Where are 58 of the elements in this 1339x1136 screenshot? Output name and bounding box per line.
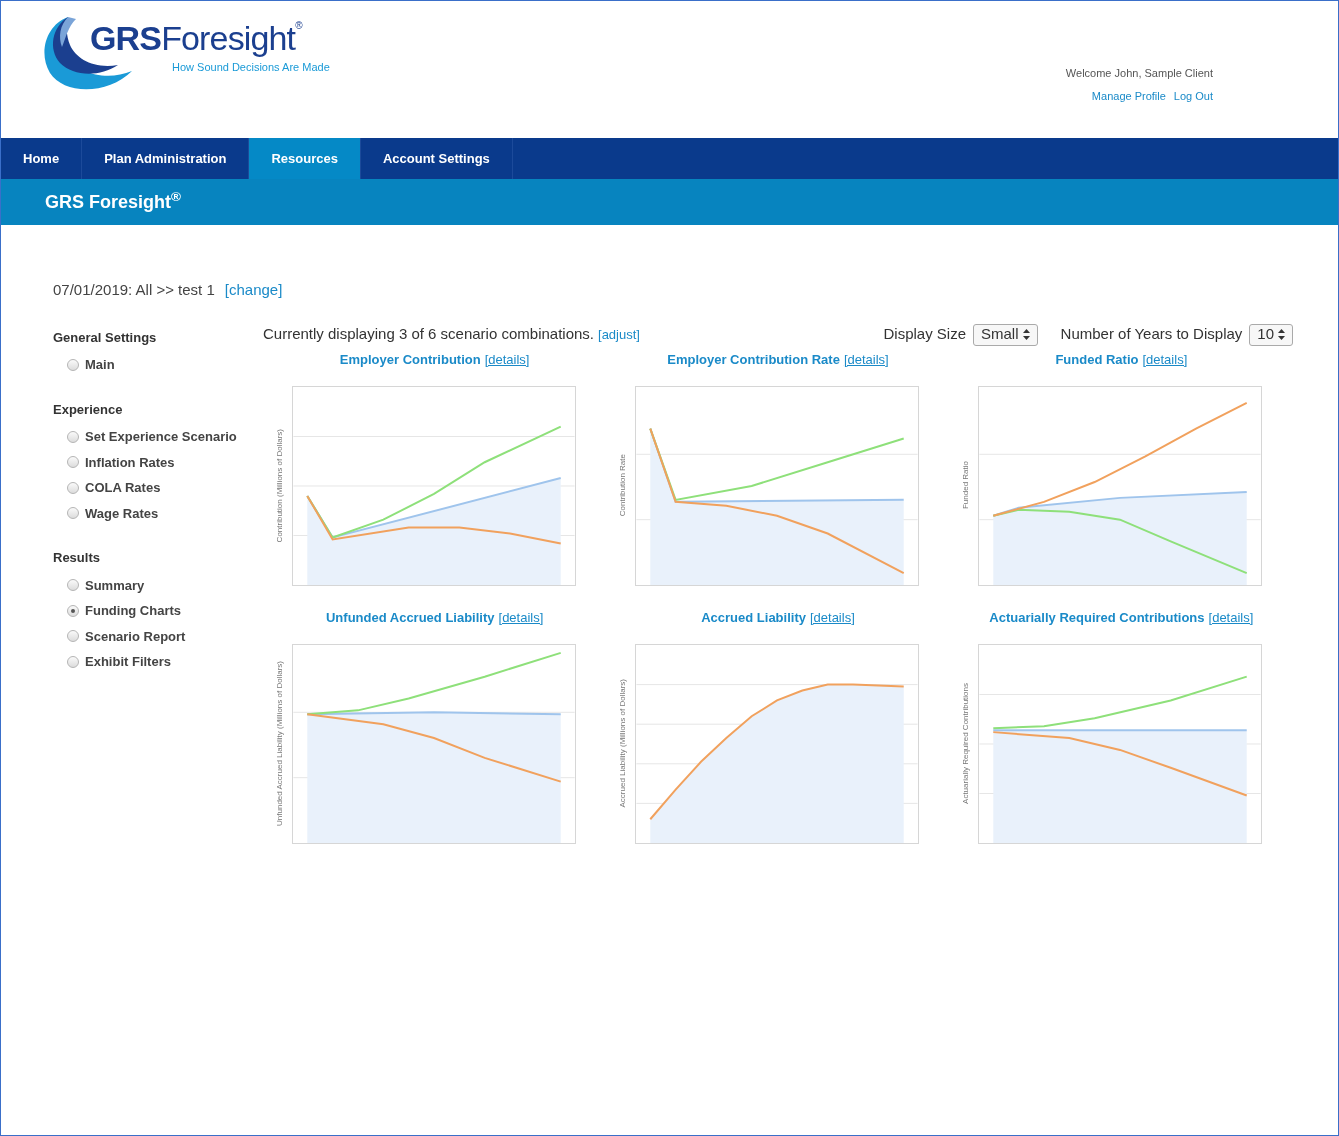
radio-button[interactable] — [67, 579, 79, 592]
sidebar-heading: General Settings — [53, 328, 158, 347]
sidebar-heading: Experience — [53, 400, 124, 419]
welcome-text: Welcome John, Sample Client — [1065, 66, 1213, 81]
breadcrumb: 07/01/2019: All >> test 1 — [53, 280, 215, 300]
header-link[interactable]: Manage Profile — [1091, 87, 1166, 104]
change-link[interactable]: [change] — [224, 279, 283, 302]
banner-title: GRS Foresight$^{®}$ — [45, 188, 181, 214]
axis-label: Actuarially Required Contributions — [960, 683, 972, 804]
chart-title: Funded Ratio — [1055, 350, 1139, 369]
details-link[interactable]: [details] — [484, 349, 530, 370]
details-link[interactable]: [details] — [1208, 607, 1254, 628]
radio-button[interactable] — [67, 481, 79, 494]
display-size-select[interactable]: Small — [973, 323, 1038, 346]
details-link[interactable]: [details] — [498, 607, 544, 628]
axis-label: Funded Ratio — [960, 461, 972, 510]
chart-title: Unfunded Accrued Liability — [326, 608, 495, 627]
radio-button[interactable] — [67, 630, 79, 643]
sidebar-item[interactable]: Scenario Report — [85, 626, 186, 646]
sidebar-item[interactable]: Summary — [85, 575, 145, 595]
years-label: Number of Years to Display — [1060, 324, 1243, 345]
radio-button[interactable] — [67, 655, 79, 668]
radio-button[interactable] — [67, 358, 79, 371]
logo-wordmark-name: Foresight — [161, 21, 296, 55]
radio-button[interactable] — [67, 604, 79, 617]
sidebar-item[interactable]: Inflation Rates — [85, 452, 175, 472]
axis-label: Contribution Rate — [617, 454, 628, 517]
radio-button[interactable] — [67, 430, 79, 443]
details-link[interactable]: [details] — [1142, 349, 1188, 370]
sidebar-item[interactable]: Wage Rates — [85, 503, 159, 523]
axis-label: Unfunded Accrued Liability (Millions of Dollars) — [273, 661, 285, 826]
radio-button[interactable] — [67, 456, 79, 469]
sidebar-heading: Results — [53, 549, 101, 567]
details-link[interactable]: [details] — [809, 607, 855, 628]
scenario-summary: Currently displaying 3 of 6 scenario combinations. — [263, 324, 594, 345]
header-link[interactable]: Log Out — [1173, 87, 1213, 104]
sidebar-item[interactable]: Set Experience Scenario — [85, 427, 237, 447]
sidebar-item[interactable]: Exhibit Filters — [85, 652, 171, 672]
sidebar-item[interactable]: Main — [85, 355, 115, 375]
details-link[interactable]: [details] — [843, 349, 889, 370]
axis-label: Accrued Liability (Millions of Dollars) — [617, 679, 628, 808]
sidebar-item[interactable]: COLA Rates — [85, 478, 161, 498]
display-size-label: Display Size — [883, 324, 967, 345]
radio-button[interactable] — [67, 507, 79, 520]
logo-wordmark: GRS — [90, 21, 162, 55]
nav-tab[interactable]: Resources — [249, 138, 361, 179]
years-select[interactable]: 10 — [1249, 323, 1293, 346]
spinner-icon — [1022, 329, 1030, 340]
chart-title: Employer Contribution Rate — [667, 350, 840, 369]
adjust-link[interactable]: [adjust] — [598, 324, 640, 345]
chart-title: Accrued Liability — [701, 608, 806, 627]
chart-title: Actuarially Required Contributions — [989, 608, 1205, 627]
logo-tagline: How Sound Decisions Are Made — [172, 60, 330, 75]
sidebar-item[interactable]: Funding Charts — [85, 601, 182, 621]
axis-label: Contribution (Millions of Dollars) — [273, 428, 285, 543]
registered-mark: ® — [295, 21, 303, 31]
chart-title: Employer Contribution — [339, 350, 481, 369]
spinner-icon — [1278, 329, 1285, 340]
